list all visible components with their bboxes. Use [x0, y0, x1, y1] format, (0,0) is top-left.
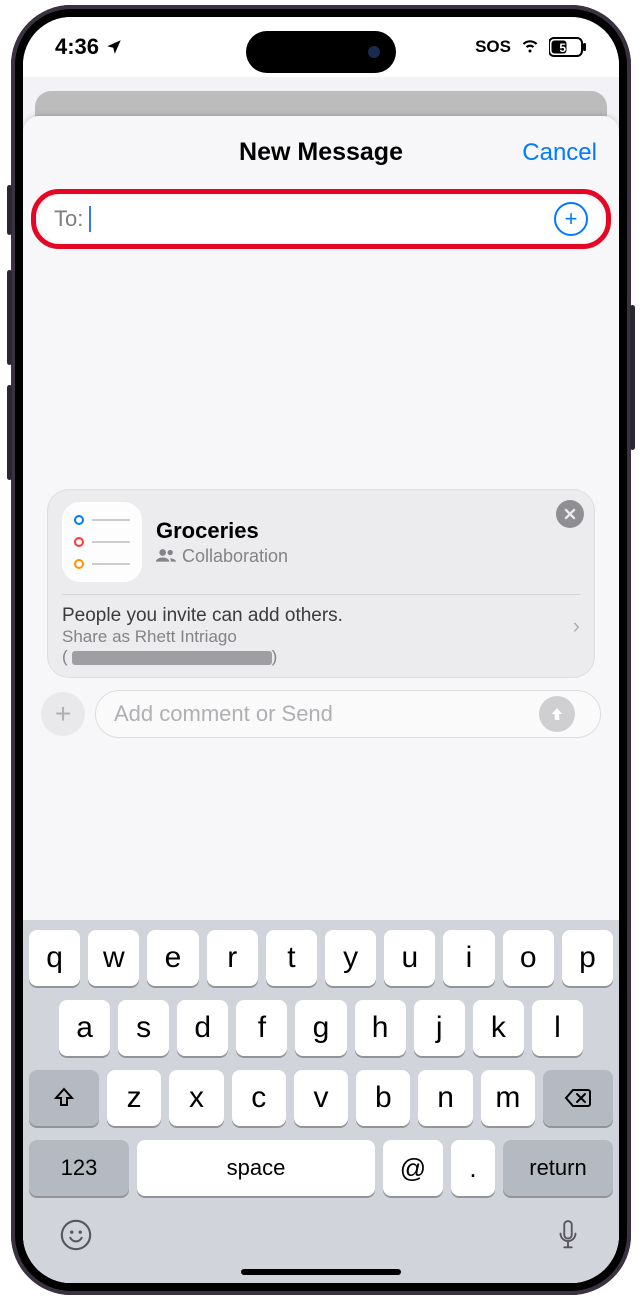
mic-icon [553, 1218, 583, 1254]
send-button[interactable] [539, 696, 575, 732]
key-x[interactable]: x [169, 1070, 223, 1126]
message-body-area [23, 249, 619, 489]
volume-up-button [7, 270, 12, 365]
space-key[interactable]: space [137, 1140, 375, 1196]
location-arrow-icon [105, 38, 123, 56]
key-r[interactable]: r [207, 930, 258, 986]
arrow-up-icon [548, 705, 566, 723]
sheet-header: New Message Cancel [23, 116, 619, 189]
shift-icon [52, 1086, 76, 1110]
home-indicator[interactable] [241, 1269, 401, 1275]
volume-down-button [7, 385, 12, 480]
key-o[interactable]: o [503, 930, 554, 986]
reminders-app-icon [62, 502, 142, 582]
key-s[interactable]: s [118, 1000, 169, 1056]
key-n[interactable]: n [418, 1070, 472, 1126]
new-message-sheet: New Message Cancel To: + [23, 116, 619, 1283]
key-e[interactable]: e [147, 930, 198, 986]
to-label: To: [54, 206, 83, 232]
attach-button[interactable]: + [41, 692, 85, 736]
key-i[interactable]: i [443, 930, 494, 986]
key-v[interactable]: v [294, 1070, 348, 1126]
invite-text: People you invite can add others. [62, 605, 343, 627]
dot-key[interactable]: . [451, 1140, 495, 1196]
cancel-button[interactable]: Cancel [522, 139, 597, 167]
card-title: Groceries [156, 518, 288, 544]
comment-placeholder: Add comment or Send [114, 701, 333, 726]
side-switch [7, 185, 12, 235]
key-u[interactable]: u [384, 930, 435, 986]
redacted-bar [72, 651, 272, 665]
iphone-frame: 4:36 SOS 52 [11, 5, 631, 1295]
text-cursor [89, 206, 91, 232]
key-m[interactable]: m [481, 1070, 535, 1126]
at-key[interactable]: @ [383, 1140, 443, 1196]
screen: 4:36 SOS 52 [23, 17, 619, 1283]
key-a[interactable]: a [59, 1000, 110, 1056]
plus-icon: + [55, 698, 71, 729]
numbers-key[interactable]: 123 [29, 1140, 129, 1196]
sheet-title: New Message [239, 138, 403, 167]
key-y[interactable]: y [325, 930, 376, 986]
power-button [630, 305, 635, 450]
backspace-key[interactable] [543, 1070, 613, 1126]
key-l[interactable]: l [532, 1000, 583, 1056]
to-field-highlight: To: + [31, 189, 611, 249]
comment-input[interactable]: Add comment or Send [95, 690, 601, 738]
close-card-button[interactable] [556, 500, 584, 528]
people-icon [156, 546, 176, 567]
key-f[interactable]: f [236, 1000, 287, 1056]
to-field[interactable]: To: + [40, 196, 602, 242]
key-z[interactable]: z [107, 1070, 161, 1126]
key-g[interactable]: g [295, 1000, 346, 1056]
wifi-icon [519, 34, 541, 60]
collaboration-card[interactable]: Groceries Collaboration People you invit… [47, 489, 595, 678]
return-key[interactable]: return [503, 1140, 613, 1196]
chevron-right-icon[interactable]: › [573, 613, 580, 639]
keyboard: qwertyuiop asdfghjkl zxcvbnm 123 space @… [23, 920, 619, 1283]
svg-text:52: 52 [559, 41, 573, 55]
battery-icon: 52 [549, 37, 587, 57]
dynamic-island [246, 31, 396, 73]
key-w[interactable]: w [88, 930, 139, 986]
comment-row: + Add comment or Send [41, 690, 601, 738]
key-c[interactable]: c [232, 1070, 286, 1126]
plus-icon: + [565, 208, 578, 230]
close-icon [563, 507, 577, 521]
backspace-icon [564, 1087, 592, 1109]
key-t[interactable]: t [266, 930, 317, 986]
add-contact-button[interactable]: + [554, 202, 588, 236]
key-j[interactable]: j [414, 1000, 465, 1056]
key-b[interactable]: b [356, 1070, 410, 1126]
emoji-icon [59, 1218, 93, 1252]
status-time: 4:36 [55, 34, 99, 60]
dictate-button[interactable] [553, 1218, 583, 1259]
key-p[interactable]: p [562, 930, 613, 986]
card-subtitle: Collaboration [182, 546, 288, 567]
emoji-button[interactable] [59, 1218, 93, 1259]
camera-dot-icon [368, 46, 380, 58]
share-as-text: Share as Rhett Intriago [62, 627, 237, 646]
sos-label: SOS [475, 37, 511, 57]
shift-key[interactable] [29, 1070, 99, 1126]
key-k[interactable]: k [473, 1000, 524, 1056]
key-q[interactable]: q [29, 930, 80, 986]
key-h[interactable]: h [355, 1000, 406, 1056]
key-d[interactable]: d [177, 1000, 228, 1056]
